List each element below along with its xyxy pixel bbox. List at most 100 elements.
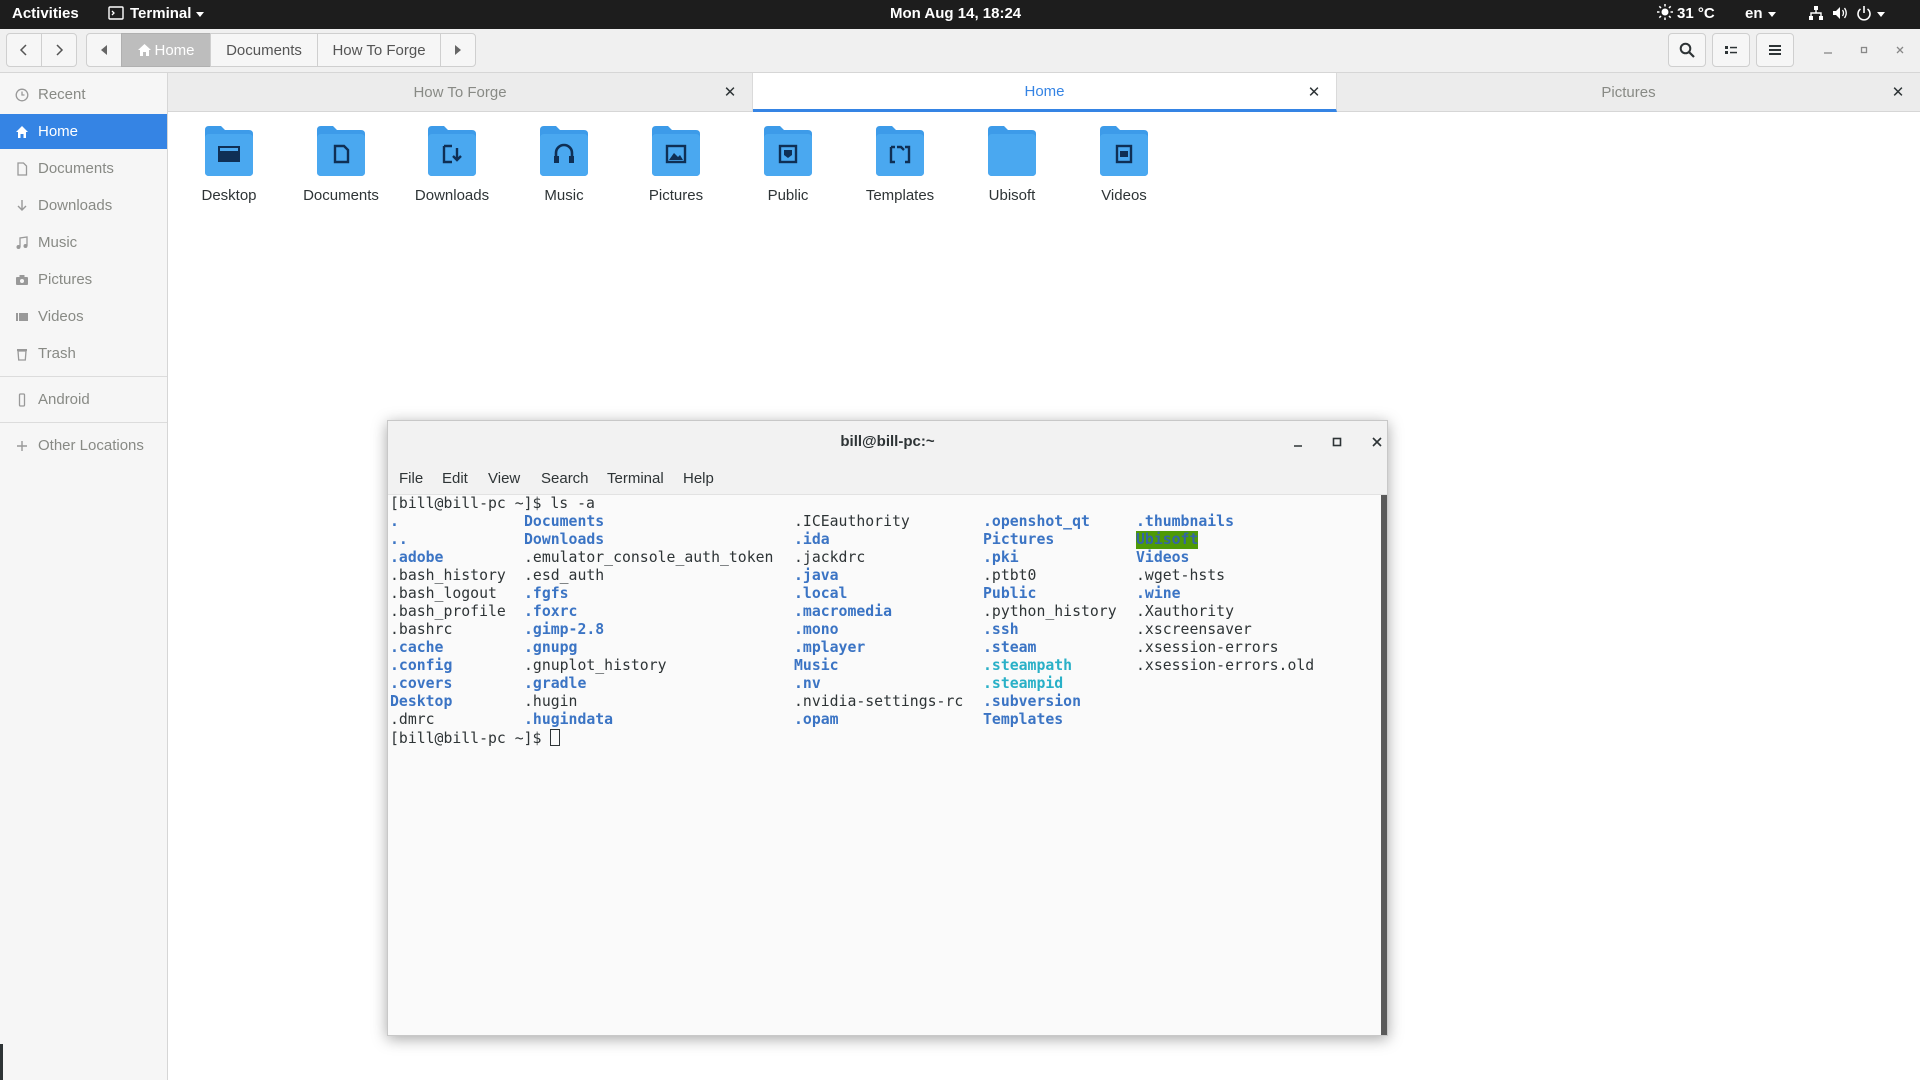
activities-button[interactable]: Activities [12,0,79,29]
sidebar-item-documents[interactable]: Documents [0,151,167,186]
ls-entry: .xsession-errors [1136,639,1279,656]
sidebar-item-music[interactable]: Music [0,225,167,260]
folder-label: Pictures [648,187,704,204]
tab-label: Home [1024,82,1065,100]
sidebar-item-label: Other Locations [38,437,144,454]
breadcrumb-label: How To Forge [332,41,426,59]
folder-ubisoft[interactable]: Ubisoft [957,120,1067,210]
files-header-bar: Home Documents How To Forge [0,29,1920,73]
ls-entry: .steampid [983,675,1064,692]
ls-entry: .mono [794,621,839,638]
terminal-close-button[interactable] [1365,430,1389,454]
clock[interactable]: Mon Aug 14, 18:24 [890,0,1021,29]
terminal-maximize-button[interactable] [1325,430,1349,454]
ls-entry: .gimp-2.8 [524,621,605,638]
sidebar-item-videos[interactable]: Videos [0,299,167,334]
folder-pictures[interactable]: Pictures [621,120,731,210]
ls-entry: .Xauthority [1136,603,1234,620]
language-selector[interactable]: en [1745,0,1776,29]
ls-entry: .dmrc [390,711,435,728]
trash-icon [14,346,30,362]
sidebar-item-label: Android [38,391,90,408]
weather-temperature: 31 °C [1677,5,1715,22]
maximize-button[interactable] [1851,37,1877,63]
sidebar: Recent Home Documents Downloads Music Pi… [0,73,168,1080]
breadcrumb-documents[interactable]: Documents [210,33,318,67]
menu-edit[interactable]: Edit [442,463,468,495]
sidebar-item-label: Videos [38,308,84,325]
folder-desktop[interactable]: Desktop [174,120,284,210]
tab-pictures[interactable]: Pictures ✕ [1337,73,1920,112]
sidebar-item-pictures[interactable]: Pictures [0,262,167,297]
menu-view[interactable]: View [488,463,520,495]
forward-button[interactable] [41,33,77,67]
folder-templates[interactable]: Templates [845,120,955,210]
sidebar-item-other-locations[interactable]: Other Locations [0,428,167,463]
menu-file[interactable]: File [399,463,423,495]
sidebar-item-trash[interactable]: Trash [0,336,167,371]
sidebar-item-label: Music [38,234,78,251]
terminal-prompt-line: [bill@bill-pc ~]$ [390,729,561,748]
ls-entry: .java [794,567,839,584]
sidebar-item-android[interactable]: Android [0,382,167,417]
maximize-icon [1860,46,1868,54]
path-scroll-right-button[interactable] [440,33,476,67]
sidebar-item-label: Home [38,123,79,140]
app-menu-button[interactable]: Terminal [108,0,205,29]
folder-public[interactable]: Public [733,120,843,210]
minimize-icon [1294,445,1302,447]
top-bar: Activities Terminal Mon Aug 14, 18:24 31… [0,0,1920,29]
pictures-folder-icon [652,126,700,176]
tab-home[interactable]: Home ✕ [753,73,1337,112]
document-icon [14,161,30,177]
minimize-button[interactable] [1815,37,1841,63]
terminal-minimize-button[interactable] [1286,430,1310,454]
terminal-output[interactable]: [bill@bill-pc ~]$ ls -a ... .adobe .bash_h… [388,495,1381,1035]
folder-music[interactable]: Music [509,120,619,210]
ls-entry: .bash_history [390,567,506,584]
ls-entry: .ssh [983,621,1019,638]
window-edge [0,1044,3,1080]
ls-entry: Ubisoft [1136,531,1199,549]
menu-search[interactable]: Search [541,463,589,495]
ls-entry: .local [794,585,848,602]
close-icon[interactable]: ✕ [1306,84,1322,101]
folder-label: Documents [303,187,379,204]
tab-label: Pictures [1601,84,1656,101]
ls-entry: .macromedia [794,603,892,620]
menu-button[interactable] [1756,33,1794,67]
breadcrumb-label: Home [154,41,195,59]
app-menu-label: Terminal [130,5,192,22]
sidebar-item-label: Trash [38,345,76,362]
terminal-titlebar[interactable]: bill@bill-pc:~ [388,421,1387,463]
close-icon[interactable]: ✕ [722,84,738,101]
terminal-window[interactable]: bill@bill-pc:~ File Edit View Search Ter… [387,420,1388,1036]
system-menu[interactable] [1808,0,1885,29]
breadcrumb-how-to-forge[interactable]: How To Forge [317,33,441,67]
search-button[interactable] [1668,33,1706,67]
view-mode-button[interactable] [1712,33,1750,67]
ls-entry: .xsession-errors.old [1136,657,1315,674]
terminal-scrollbar[interactable] [1381,495,1387,1035]
path-scroll-left-button[interactable] [86,33,122,67]
sidebar-item-home[interactable]: Home [0,114,167,149]
close-icon[interactable]: ✕ [1890,84,1906,101]
sidebar-item-downloads[interactable]: Downloads [0,188,167,223]
folder-videos[interactable]: Videos [1069,120,1179,210]
back-button[interactable] [6,33,42,67]
weather-indicator[interactable]: 31 °C [1656,0,1715,29]
close-button[interactable] [1887,37,1913,63]
breadcrumb-home[interactable]: Home [121,33,211,67]
download-icon [14,198,30,214]
public-folder-icon [764,126,812,176]
sidebar-item-recent[interactable]: Recent [0,77,167,112]
plus-icon [14,438,30,454]
ls-entry: .ida [794,531,830,548]
folder-downloads[interactable]: Downloads [397,120,507,210]
menu-terminal[interactable]: Terminal [607,463,664,495]
maximize-icon [1332,437,1342,447]
sidebar-item-label: Pictures [38,271,93,288]
tab-how-to-forge[interactable]: How To Forge ✕ [168,73,753,112]
menu-help[interactable]: Help [683,463,714,495]
folder-documents[interactable]: Documents [286,120,396,210]
